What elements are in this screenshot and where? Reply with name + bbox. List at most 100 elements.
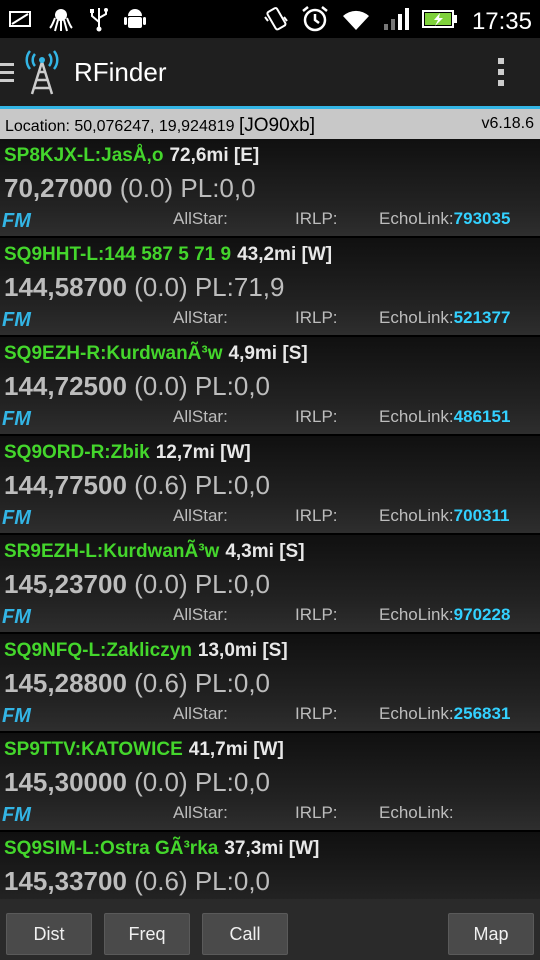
bottom-toolbar: Dist Freq Call Map — [0, 899, 540, 960]
repeater-mode: FM — [2, 210, 31, 232]
repeater-offset: (0.6) — [134, 668, 188, 698]
android-debug-icon — [124, 6, 146, 37]
repeater-offset: (0.0) — [119, 173, 174, 203]
repeater-callsign: SR9EZH-L:KurdwanÃ³w — [4, 541, 220, 562]
repeater-distance: 4,9mi [S] — [228, 343, 308, 364]
repeater-list[interactable]: SP8KJX-L:JasÅ‚o 72,6mi [E] 70,27000 (0.0) … — [0, 139, 540, 899]
repeater-pl-tone: PL:71,9 — [194, 272, 285, 302]
repeater-row[interactable]: SQ9SIM-L:Ostra GÃ³rka 37,3mi [W] 145,33700… — [0, 832, 540, 899]
repeater-callsign: SQ9EZH-R:KurdwanÃ³w — [4, 343, 223, 364]
repeater-mode: FM — [2, 705, 31, 727]
repeater-mode: FM — [2, 408, 31, 430]
overflow-menu-icon[interactable] — [498, 58, 504, 91]
irlp-label: IRLP: — [295, 803, 338, 822]
repeater-pl-tone: PL:0,0 — [194, 371, 271, 401]
location-bar: Location: 50,076247, 19,924819 [JO90xb] … — [0, 109, 540, 139]
echolink-label: EchoLink: — [379, 407, 454, 426]
echolink-node[interactable]: 521377 — [454, 308, 511, 327]
allstar-label: AllStar: — [173, 308, 228, 327]
allstar-label: AllStar: — [173, 407, 228, 426]
repeater-offset: (0.6) — [134, 866, 188, 896]
repeater-frequency: 145,30000 — [4, 767, 127, 797]
repeater-distance: 13,0mi [S] — [197, 640, 288, 661]
drawer-menu-icon[interactable] — [0, 63, 14, 87]
repeater-pl-tone: PL:0,0 — [194, 767, 271, 797]
irlp-label: IRLP: — [295, 704, 338, 723]
irlp-label: IRLP: — [295, 506, 338, 525]
repeater-distance: 43,2mi [W] — [237, 244, 333, 265]
repeater-pl-tone: PL:0,0 — [180, 173, 256, 203]
repeater-pl-tone: PL:0,0 — [194, 668, 271, 698]
echolink-node[interactable]: 486151 — [454, 407, 511, 426]
vibrate-icon — [262, 5, 290, 38]
echolink-node[interactable]: 970228 — [454, 605, 511, 624]
repeater-callsign: SQ9SIM-L:Ostra GÃ³rka — [4, 838, 219, 859]
repeater-pl-tone: PL:0,0 — [194, 569, 271, 599]
echolink-node[interactable]: 700311 — [454, 506, 510, 525]
repeater-distance: 37,3mi [W] — [224, 838, 320, 859]
signal-icon — [382, 6, 412, 37]
echolink-label: EchoLink: — [379, 506, 454, 525]
echolink-label: EchoLink: — [379, 308, 454, 327]
repeater-distance: 41,7mi [W] — [188, 739, 284, 760]
app-title: RFinder — [74, 57, 167, 87]
echolink-label: EchoLink: — [379, 803, 454, 822]
alarm-icon — [300, 4, 330, 39]
echolink-node[interactable]: 793035 — [454, 209, 511, 228]
repeater-mode: FM — [2, 507, 31, 529]
repeater-distance: 4,3mi [S] — [225, 541, 305, 562]
repeater-callsign: SP9TTV:KATOWICE — [4, 739, 183, 760]
sort-call-button[interactable]: Call — [202, 913, 288, 955]
echolink-label: EchoLink: — [379, 605, 454, 624]
repeater-row[interactable]: SQ9ORD-R:Zbik 12,7mi [W] 144,77500 (0.6) P… — [0, 436, 540, 535]
repeater-offset: (0.0) — [134, 569, 188, 599]
repeater-frequency: 144,77500 — [4, 470, 127, 500]
irlp-label: IRLP: — [295, 407, 338, 426]
irlp-label: IRLP: — [295, 308, 338, 327]
sort-dist-button[interactable]: Dist — [6, 913, 92, 955]
usb-icon — [88, 6, 110, 37]
repeater-row[interactable]: SR9EZH-L:KurdwanÃ³w 4,3mi [S] 145,23700 (0… — [0, 535, 540, 634]
repeater-offset: (0.6) — [134, 470, 188, 500]
irlp-label: IRLP: — [295, 605, 338, 624]
allstar-label: AllStar: — [173, 803, 228, 822]
repeater-row[interactable]: SQ9HHT-L:144 587 5 71 9 43,2mi [W] 144,587… — [0, 238, 540, 337]
repeater-callsign: SQ9HHT-L:144 587 5 71 9 — [4, 244, 232, 265]
battery-icon — [421, 9, 458, 34]
repeater-offset: (0.0) — [134, 371, 188, 401]
repeater-frequency: 145,33700 — [4, 866, 127, 896]
locator-grid: [JO90xb] — [238, 115, 316, 136]
repeater-callsign: SP8KJX-L:JasÅ‚o — [4, 145, 164, 166]
repeater-frequency: 145,23700 — [4, 569, 127, 599]
repeater-offset: (0.0) — [134, 272, 188, 302]
repeater-row[interactable]: SQ9EZH-R:KurdwanÃ³w 4,9mi [S] 144,72500 (0… — [0, 337, 540, 436]
repeater-row[interactable]: SP9TTV:KATOWICE 41,7mi [W] 145,30000 (0.0)… — [0, 733, 540, 832]
repeater-distance: 72,6mi [E] — [169, 145, 260, 166]
action-bar: RFinder — [0, 38, 540, 108]
repeater-distance: 12,7mi [W] — [155, 442, 251, 463]
repeater-frequency: 70,27000 — [4, 173, 113, 203]
allstar-label: AllStar: — [173, 209, 228, 228]
repeater-mode: FM — [2, 606, 31, 628]
repeater-mode: FM — [2, 804, 31, 826]
radio-tower-icon[interactable] — [22, 50, 62, 101]
repeater-mode: FM — [2, 309, 31, 331]
allstar-label: AllStar: — [173, 704, 228, 723]
status-bar: 17:35 — [0, 0, 540, 38]
app-version: v6.18.6 — [481, 115, 534, 132]
echolink-label: EchoLink: — [379, 704, 454, 723]
map-button[interactable]: Map — [448, 913, 534, 955]
clock: 17:35 — [471, 7, 532, 35]
sort-freq-button[interactable]: Freq — [104, 913, 190, 955]
repeater-frequency: 144,58700 — [4, 272, 127, 302]
wifi-icon — [340, 6, 372, 37]
repeater-pl-tone: PL:0,0 — [194, 866, 271, 896]
repeater-frequency: 145,28800 — [4, 668, 127, 698]
repeater-pl-tone: PL:0,0 — [194, 470, 271, 500]
repeater-row[interactable]: SQ9NFQ-L:Zakliczyn 13,0mi [S] 145,28800 (0… — [0, 634, 540, 733]
allstar-label: AllStar: — [173, 605, 228, 624]
irlp-label: IRLP: — [295, 209, 338, 228]
repeater-row[interactable]: SP8KJX-L:JasÅ‚o 72,6mi [E] 70,27000 (0.0) … — [0, 139, 540, 238]
echolink-node[interactable]: 256831 — [454, 704, 511, 723]
notification-icon — [8, 8, 34, 35]
